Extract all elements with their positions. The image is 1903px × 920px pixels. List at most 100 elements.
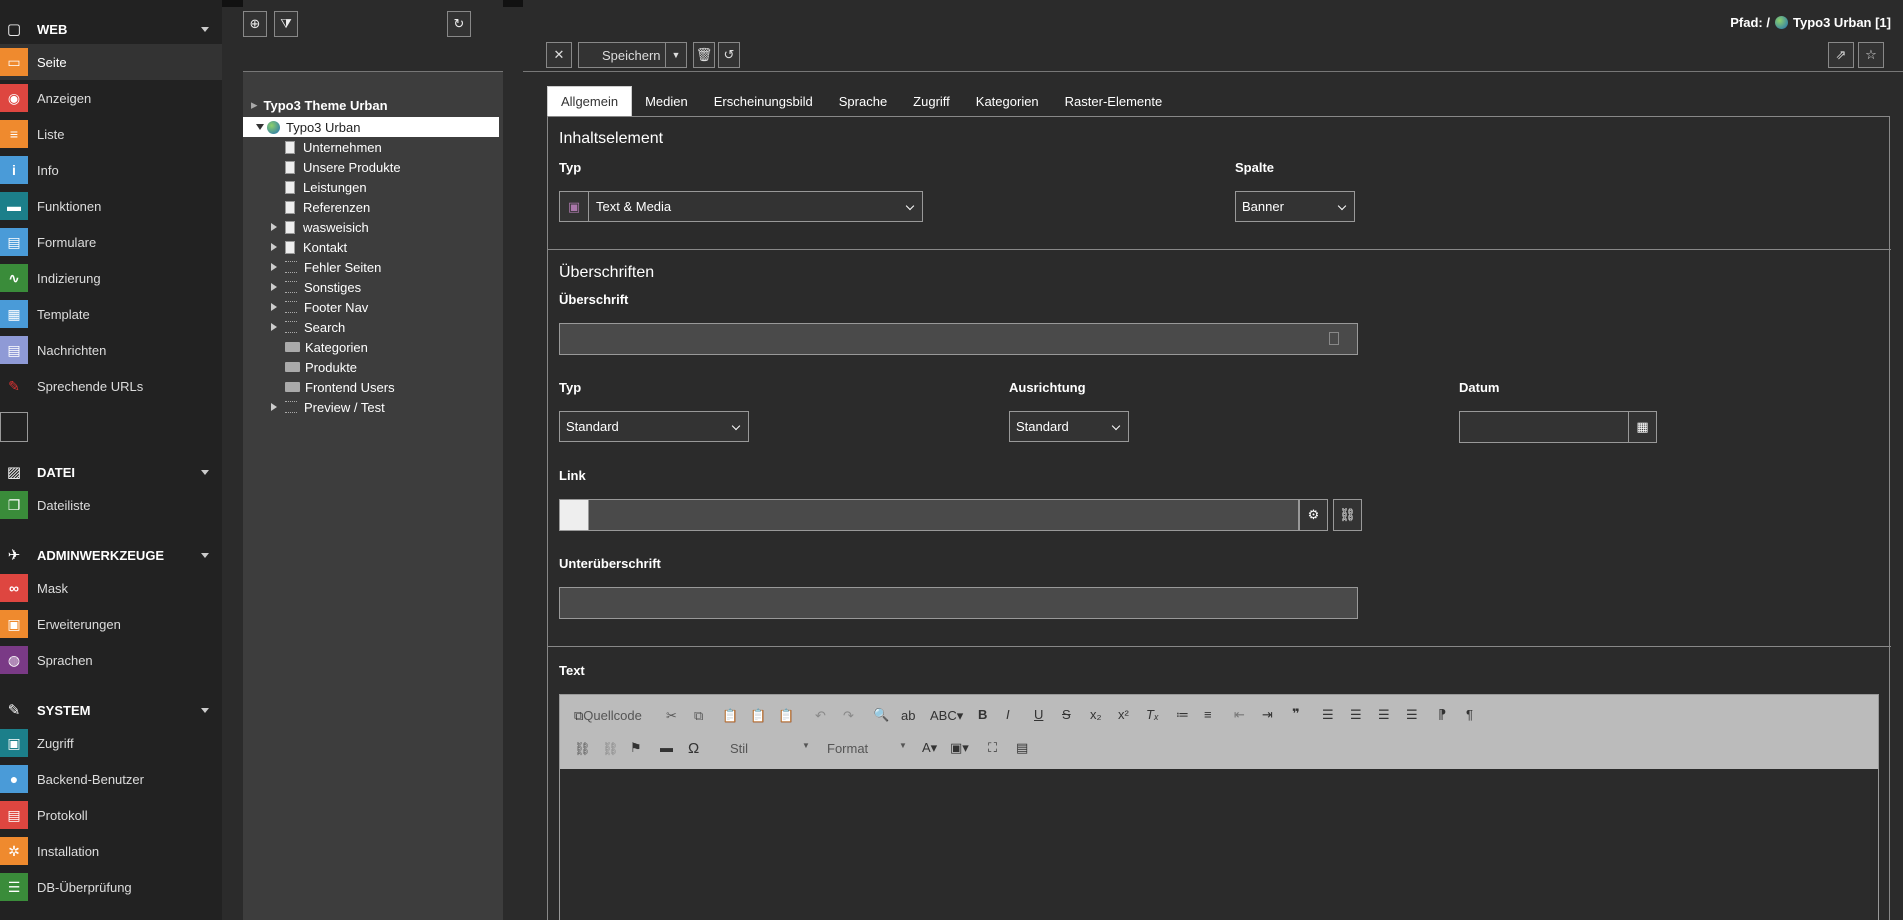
tree-node[interactable]: Footer Nav [285, 297, 368, 317]
module-group-system[interactable]: ✎ SYSTEM [0, 695, 222, 725]
module-item-mask[interactable]: ∞ Mask [0, 570, 222, 606]
bookmark-button[interactable]: ☆ [1858, 42, 1884, 68]
ctype-select[interactable]: ▣ Text & Media [559, 191, 923, 222]
tree-node[interactable]: Leistungen [285, 177, 367, 197]
expand-toggle[interactable] [271, 283, 277, 291]
paste-icon[interactable]: 📋 [722, 708, 738, 724]
tab-sprache[interactable]: Sprache [826, 86, 900, 117]
history-button[interactable]: ↺ [718, 42, 740, 68]
module-item-installation[interactable]: ✲ Installation [0, 833, 222, 869]
clear-format-icon[interactable]: Tₓ [1146, 707, 1159, 722]
paste-text-icon[interactable]: 📋 [750, 708, 766, 724]
align-left-icon[interactable]: ☰ [1322, 707, 1334, 723]
module-item-anzeigen[interactable]: ◉ Anzeigen [0, 80, 222, 116]
tree-root[interactable]: ▸ Typo3 Theme Urban [251, 97, 388, 113]
module-item-dateiliste[interactable]: ❐ Dateiliste [0, 487, 222, 523]
module-item-protokoll[interactable]: ▤ Protokoll [0, 797, 222, 833]
date-input[interactable] [1459, 411, 1629, 443]
module-item-nachrichten[interactable]: ▤ Nachrichten [0, 332, 222, 368]
redo-icon[interactable]: ↷ [843, 708, 854, 724]
anchor-icon[interactable]: ⚑ [630, 740, 642, 756]
expand-toggle[interactable] [271, 243, 277, 251]
copy-icon[interactable]: ⧉ [694, 708, 703, 724]
tree-node[interactable]: wasweisich [285, 217, 369, 237]
bold-icon[interactable]: B [978, 707, 987, 722]
module-item-formulare[interactable]: ▤ Formulare [0, 224, 222, 260]
refresh-button[interactable]: ↻ [447, 11, 471, 37]
strike-icon[interactable]: S [1062, 707, 1071, 722]
filter-button[interactable]: ⧩ [274, 11, 298, 37]
hr-icon[interactable]: ▬ [660, 740, 673, 755]
undo-icon[interactable]: ↶ [815, 708, 826, 724]
expand-toggle[interactable] [271, 223, 277, 231]
find-icon[interactable]: 🔍 [873, 707, 889, 723]
tree-node[interactable]: Frontend Users [285, 377, 395, 397]
underline-icon[interactable]: U [1034, 707, 1043, 722]
link-icon[interactable]: ⛓ [574, 741, 591, 757]
calendar-button[interactable]: ▦ [1628, 411, 1657, 443]
column-select[interactable]: Banner [1235, 191, 1355, 222]
expand-toggle[interactable] [271, 263, 277, 271]
tab-kategorien[interactable]: Kategorien [963, 86, 1052, 117]
expand-toggle[interactable] [271, 303, 277, 311]
rtl-icon[interactable]: ¶ [1466, 707, 1473, 722]
save-button[interactable]: Speichern [578, 42, 670, 68]
link-remove-button[interactable]: ⛓ [1333, 499, 1362, 531]
module-item-backend-benutzer[interactable]: ● Backend-Benutzer [0, 761, 222, 797]
cut-icon[interactable]: ✂ [666, 708, 677, 724]
text-color-icon[interactable]: A▾ [922, 740, 937, 756]
module-item-zugriff[interactable]: ▣ Zugriff [0, 725, 222, 761]
module-item-db-überprüfung[interactable]: ☰ DB-Überprüfung [0, 869, 222, 905]
tree-node[interactable]: Preview / Test [285, 397, 385, 417]
link-browser-button[interactable]: ⚙ [1299, 499, 1328, 531]
tab-medien[interactable]: Medien [632, 86, 701, 117]
header-type-select[interactable]: Standard [559, 411, 749, 442]
save-dropdown[interactable]: ▼ [665, 42, 687, 68]
module-item-info[interactable]: i Info [0, 152, 222, 188]
module-item-seite[interactable]: ▭ Seite [0, 44, 222, 80]
header-input[interactable] [559, 323, 1358, 355]
numbered-list-icon[interactable]: ≔ [1176, 707, 1189, 723]
show-blocks-icon[interactable]: ▤ [1016, 740, 1028, 756]
paste-word-icon[interactable]: 📋 [778, 708, 794, 724]
new-page-button[interactable]: ⊕ [243, 11, 267, 37]
tree-node[interactable]: Kategorien [285, 337, 368, 357]
ltr-icon[interactable]: ⁋ [1438, 707, 1446, 723]
subheader-input[interactable] [559, 587, 1358, 619]
spellcheck-icon[interactable]: ABC▾ [930, 708, 963, 724]
module-item-funktionen[interactable]: ▬ Funktionen [0, 188, 222, 224]
module-item-template[interactable]: ▦ Template [0, 296, 222, 332]
header-align-select[interactable]: Standard [1009, 411, 1129, 442]
unlink-icon[interactable]: ⛓ [602, 741, 619, 757]
link-input[interactable] [588, 499, 1299, 531]
align-right-icon[interactable]: ☰ [1378, 707, 1390, 723]
bg-color-icon[interactable]: ▣▾ [950, 740, 969, 756]
blockquote-icon[interactable]: ❞ [1292, 706, 1300, 722]
italic-icon[interactable]: I [1006, 707, 1010, 722]
module-group-datei[interactable]: ▨ DATEI [0, 457, 222, 487]
tree-node[interactable]: Unternehmen [285, 137, 382, 157]
tree-node[interactable]: Fehler Seiten [285, 257, 381, 277]
module-item-sprachen[interactable]: ◍ Sprachen [0, 642, 222, 678]
tab-raster-elemente[interactable]: Raster-Elemente [1052, 86, 1176, 117]
justify-icon[interactable]: ☰ [1406, 707, 1418, 723]
replace-icon[interactable]: ab [901, 708, 915, 723]
tab-erscheinungsbild[interactable]: Erscheinungsbild [701, 86, 826, 117]
module-group-admin[interactable]: ✈ ADMINWERKZEUGE [0, 540, 222, 570]
superscript-icon[interactable]: x² [1118, 707, 1129, 722]
expand-toggle[interactable] [271, 323, 277, 331]
align-center-icon[interactable]: ☰ [1350, 707, 1362, 723]
tree-node[interactable]: Search [285, 317, 345, 337]
rich-text-editor[interactable]: ⧉ Quellcode ✂ ⧉ 📋 📋 📋 ↶ ↷ 🔍 ab ABC▾ B I … [559, 694, 1879, 920]
tree-node[interactable]: Kontakt [285, 237, 347, 257]
tree-node[interactable]: Sonstiges [285, 277, 361, 297]
tree-site-node[interactable]: Typo3 Urban [267, 117, 360, 137]
tree-node[interactable]: Produkte [285, 357, 357, 377]
subscript-icon[interactable]: x₂ [1090, 707, 1102, 722]
source-button[interactable]: ⧉ Quellcode [574, 708, 642, 724]
module-group-web[interactable]: ▢ WEB [0, 14, 222, 44]
open-new-window-button[interactable]: ⇗ [1828, 42, 1854, 68]
tab-allgemein[interactable]: Allgemein [547, 86, 633, 117]
expand-toggle[interactable] [271, 403, 277, 411]
bullet-list-icon[interactable]: ≡ [1204, 707, 1212, 722]
